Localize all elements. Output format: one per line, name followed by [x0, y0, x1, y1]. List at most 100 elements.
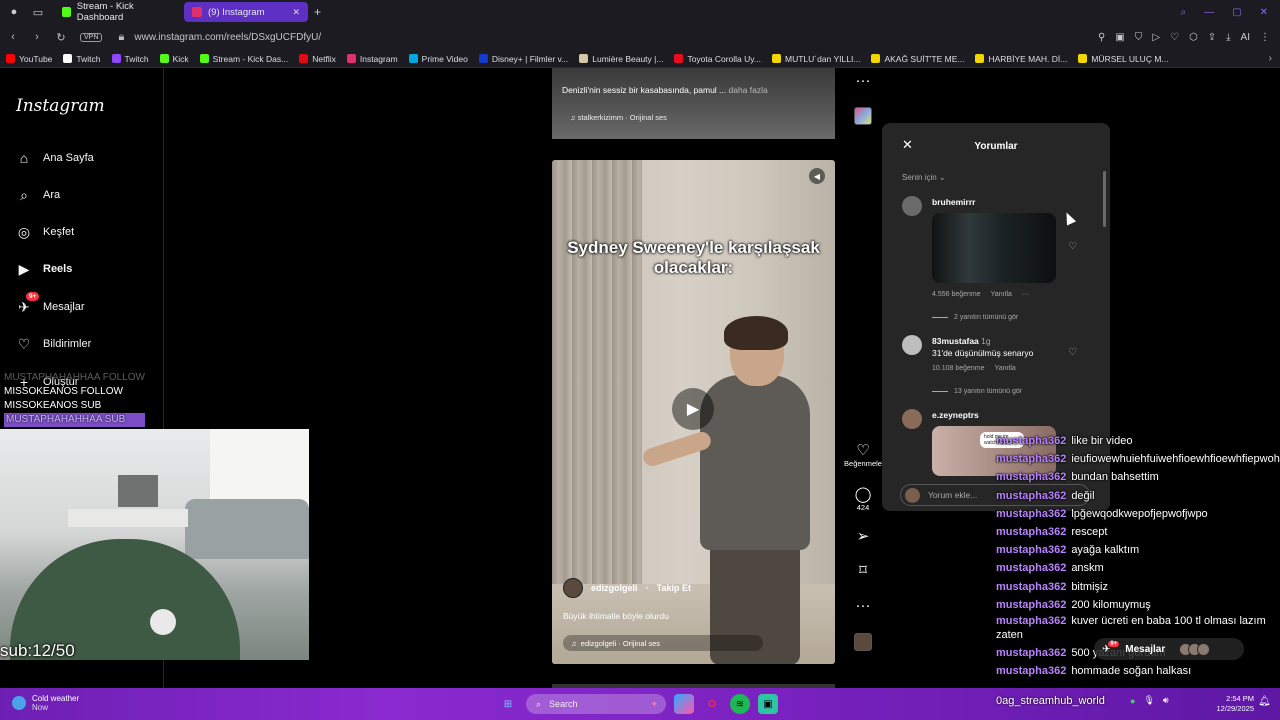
nav-messages[interactable]: ✈ 9+ Mesajlar — [16, 292, 85, 315]
taskbar-search[interactable]: ⌕ Search ✦ — [526, 694, 666, 714]
comment-likes[interactable]: 10.108 beğenme — [932, 365, 985, 372]
copilot-icon[interactable] — [674, 694, 694, 714]
lock-icon[interactable]: 🔒︎ — [116, 31, 126, 44]
tab-island-icon[interactable]: ▭ — [28, 2, 48, 22]
bookmark-item[interactable]: Stream - Kick Das... — [199, 54, 288, 64]
minimize-button[interactable]: — — [1204, 7, 1214, 18]
pin-icon[interactable]: ⚲ — [1098, 32, 1105, 43]
comment-like-icon[interactable]: ♡ — [1068, 347, 1077, 358]
play-icon[interactable]: ▷ — [1152, 32, 1160, 43]
url-field[interactable]: www.instagram.com/reels/DSxgUCFDfyU/ — [134, 32, 321, 43]
app-icon[interactable]: ▣ — [758, 694, 778, 714]
snapshot-icon[interactable]: ▣ — [1115, 32, 1124, 43]
comment-video-attachment[interactable] — [932, 213, 1056, 283]
nav-search[interactable]: ⌕ Ara — [16, 187, 60, 203]
comments-filter-dropdown[interactable]: Senin için ⌄ — [902, 173, 946, 182]
avatar[interactable] — [902, 196, 922, 216]
share-icon[interactable]: ⇪ — [1208, 32, 1216, 43]
comment-username[interactable]: e.zeyneptrs — [932, 410, 979, 420]
tab-instagram[interactable]: (9) Instagram ✕ — [184, 2, 308, 22]
previous-reel[interactable]: Denizli'nin sessiz bir kasabasında, pamu… — [552, 68, 835, 139]
download-icon[interactable]: ⤓ — [1226, 32, 1230, 43]
bookmark-item[interactable]: Lumière Beauty |... — [579, 54, 663, 64]
maximize-button[interactable]: ▢ — [1232, 7, 1241, 18]
opera-icon[interactable]: O — [702, 694, 722, 714]
instagram-logo[interactable]: Instagram — [16, 96, 105, 116]
messages-pill[interactable]: ✈ 9+ Mesajlar — [1094, 638, 1244, 660]
prev-audio-thumb[interactable] — [854, 107, 872, 125]
app-tray-icon[interactable]: ● — [1130, 696, 1135, 706]
comment-icon: ◯ — [854, 486, 872, 503]
avatar[interactable] — [902, 409, 922, 429]
bookmark-item[interactable]: Prime Video — [408, 54, 468, 64]
menu-icon[interactable]: ⋮ — [1260, 32, 1270, 43]
comment-likes[interactable]: 4.556 beğenme — [932, 291, 981, 298]
bookmark-item[interactable]: HARBİYE MAH. Dİ... — [975, 54, 1067, 64]
comment-button[interactable]: ◯ 424 — [841, 486, 885, 512]
spotify-icon[interactable]: ≋ — [730, 694, 750, 714]
start-icon[interactable]: ⊞ — [498, 694, 518, 714]
reload-button[interactable]: ↻ — [56, 31, 66, 44]
like-button[interactable]: ♡ Beğenmele — [841, 442, 885, 468]
bookmark-item[interactable]: Disney+ | Filmler v... — [478, 54, 568, 64]
volume-icon[interactable]: 🔊︎ — [1163, 695, 1169, 706]
new-tab-button[interactable]: + — [314, 5, 321, 19]
nav-home[interactable]: ⌂ Ana Sayfa — [16, 150, 94, 166]
reply-button[interactable]: Yanıtla — [995, 365, 1016, 372]
search-tabs-icon[interactable]: ⌕ — [1181, 7, 1187, 18]
bookmark-item[interactable]: Kick — [159, 54, 189, 64]
back-button[interactable]: ‹ — [8, 31, 18, 43]
reel-audio[interactable]: ♫ edizgolgeli · Orijinal ses — [563, 635, 763, 651]
microphone-icon[interactable]: 🎙︎ — [1143, 695, 1154, 706]
comment-username[interactable]: bruhemirrr — [932, 197, 975, 207]
share-button[interactable]: ➢ — [841, 528, 885, 545]
view-replies[interactable]: 13 yanıtın tümünü gör — [932, 388, 1022, 395]
shield-icon[interactable]: ⛉ — [1135, 32, 1143, 43]
reel-username[interactable]: edizgolgeli — [591, 583, 638, 593]
save-button[interactable]: ⌑ — [841, 562, 885, 579]
reply-button[interactable]: Yanıtla — [991, 291, 1012, 298]
weather-widget[interactable]: Cold weather Now — [12, 694, 79, 712]
comment-more-icon[interactable]: ··· — [1022, 291, 1029, 298]
notification-icon[interactable]: 🔔︎ — [1258, 696, 1271, 707]
audio-thumb[interactable] — [854, 633, 872, 651]
opera-menu-icon[interactable]: ● — [4, 2, 24, 22]
ai-icon[interactable]: AI — [1241, 32, 1250, 43]
previous-reel-audio[interactable]: ♫ stalkerkizimm · Orijinal ses — [570, 113, 667, 122]
bookmark-item[interactable]: Instagram — [346, 54, 398, 64]
extensions-icon[interactable]: ⬡ — [1189, 32, 1198, 43]
bookmark-item[interactable]: Twitch — [111, 54, 149, 64]
view-replies[interactable]: 2 yanıtın tümünü gör — [932, 314, 1018, 321]
tab-kick-dashboard[interactable]: Stream - Kick Dashboard — [54, 1, 178, 23]
nav-reels[interactable]: ▶ Reels — [16, 261, 73, 277]
bookmarks-overflow-icon[interactable]: › — [1269, 53, 1272, 64]
more-link[interactable]: daha fazla — [729, 85, 768, 95]
nav-label: Reels — [43, 263, 73, 275]
comment-username[interactable]: 83mustafaa 1g — [932, 336, 991, 346]
close-tab-icon[interactable]: ✕ — [292, 7, 300, 18]
scrollbar[interactable] — [1103, 171, 1106, 227]
bookmark-item[interactable]: Twitch — [63, 54, 101, 64]
follow-button[interactable]: Takip Et — [657, 583, 691, 593]
avatar[interactable] — [563, 578, 583, 598]
more-options-button[interactable]: ··· — [841, 597, 885, 614]
close-window-button[interactable]: ✕ — [1260, 7, 1268, 18]
bookmark-item[interactable]: Toyota Corolla Uy... — [674, 54, 761, 64]
reel-video[interactable]: Sydney Sweeney'le karşılaşsak olacaklar:… — [552, 160, 835, 664]
bookmark-item[interactable]: AKAĞ SUİT'TE ME... — [871, 54, 964, 64]
bookmark-item[interactable]: MÜRSEL ULUÇ M... — [1078, 54, 1168, 64]
nav-notifications[interactable]: ♡ Bildirimler — [16, 336, 92, 352]
bookmark-item[interactable]: YouTube — [6, 54, 52, 64]
volume-icon[interactable]: ◀︎ — [809, 168, 825, 184]
play-button[interactable]: ▶ — [672, 388, 714, 430]
avatar[interactable] — [902, 335, 922, 355]
more-options-button-prev[interactable]: ··· — [841, 72, 885, 89]
bookmark-item[interactable]: MUTLU´dan YILLI... — [772, 54, 860, 64]
heart-icon[interactable]: ♡ — [1170, 32, 1179, 43]
forward-button[interactable]: › — [32, 31, 42, 43]
vpn-badge[interactable]: VPN — [80, 32, 103, 42]
nav-explore[interactable]: ◎ Keşfet — [16, 224, 74, 240]
clock[interactable]: 2:54 PM 12/29/2025 — [1206, 694, 1254, 714]
comment-like-icon[interactable]: ♡ — [1068, 241, 1077, 252]
bookmark-item[interactable]: Netflix — [299, 54, 336, 64]
